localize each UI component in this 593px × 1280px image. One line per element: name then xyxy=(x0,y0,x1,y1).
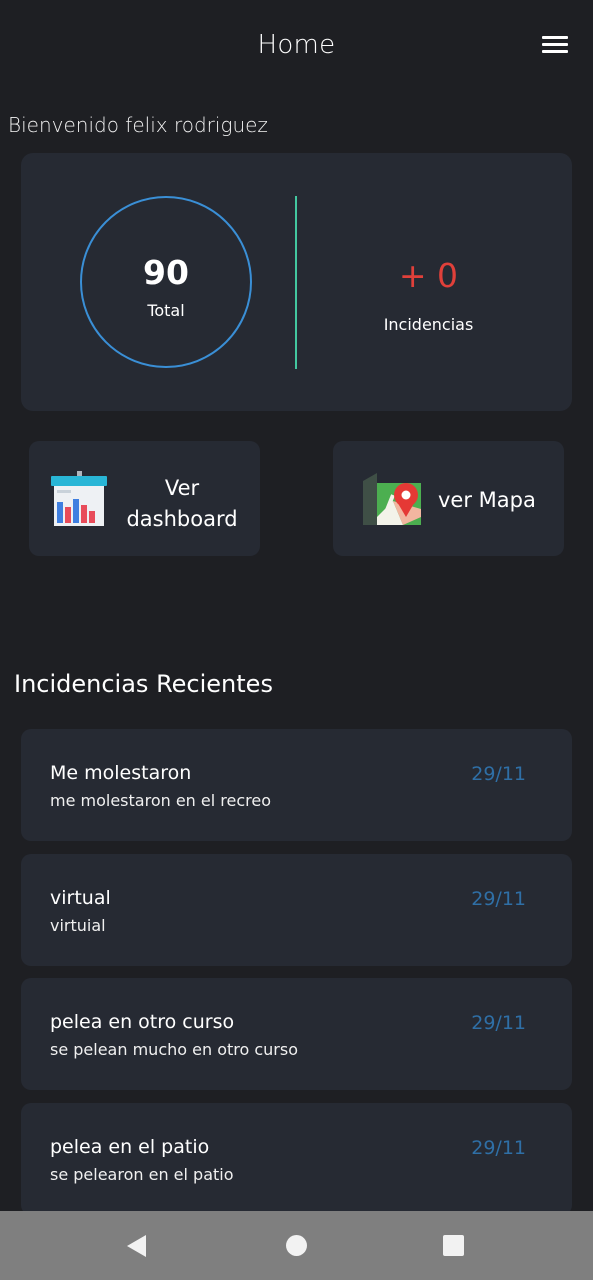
incident-date: 29/11 xyxy=(471,1012,526,1034)
stats-card: 90 Total + 0 Incidencias xyxy=(21,153,572,411)
dashboard-button[interactable]: Ver dashboard xyxy=(29,441,260,556)
incidents-value: + 0 xyxy=(398,256,459,295)
welcome-text: Bienvenido felix rodriguez xyxy=(8,113,268,137)
incident-title: virtual xyxy=(50,887,111,909)
nav-back-button[interactable] xyxy=(98,1211,178,1280)
incident-item[interactable]: pelea en otro curso se pelean mucho en o… xyxy=(21,978,572,1090)
map-label: ver Mapa xyxy=(438,488,536,512)
incident-desc: se pelearon en el patio xyxy=(50,1165,234,1184)
incident-title: pelea en el patio xyxy=(50,1136,210,1158)
app-bar: Home xyxy=(0,0,593,96)
incident-item[interactable]: virtual virtuial 29/11 xyxy=(21,854,572,966)
recent-apps-square-icon xyxy=(443,1235,464,1256)
incident-desc: me molestaron en el recreo xyxy=(50,791,272,810)
dashboard-label: Ver dashboard xyxy=(126,476,238,531)
incident-desc: virtuial xyxy=(50,916,106,935)
back-triangle-icon xyxy=(127,1235,146,1257)
page-title: Home xyxy=(257,30,336,60)
stats-divider xyxy=(295,196,297,369)
map-button[interactable]: ver Mapa xyxy=(333,441,564,556)
hamburger-menu-icon[interactable] xyxy=(536,30,576,62)
incident-desc: se pelean mucho en otro curso xyxy=(50,1040,298,1059)
total-ring: 90 Total xyxy=(80,196,252,368)
incident-title: Me molestaron xyxy=(50,762,192,784)
incident-date: 29/11 xyxy=(471,888,526,910)
total-value: 90 xyxy=(143,253,189,292)
nav-recent-button[interactable] xyxy=(413,1211,493,1280)
incident-item[interactable]: Me molestaron me molestaron en el recreo… xyxy=(21,729,572,841)
incident-date: 29/11 xyxy=(471,1137,526,1159)
system-nav-bar xyxy=(0,1211,593,1280)
recent-incidents-title: Incidencias Recientes xyxy=(14,670,273,698)
nav-home-button[interactable] xyxy=(256,1211,336,1280)
incident-date: 29/11 xyxy=(471,763,526,785)
dashboard-chart-icon xyxy=(51,471,107,526)
home-circle-icon xyxy=(286,1235,307,1256)
incident-title: pelea en otro curso xyxy=(50,1011,235,1033)
map-pin-icon xyxy=(363,473,421,525)
total-label: Total xyxy=(147,301,185,320)
incidents-label: Incidencias xyxy=(383,315,474,334)
incident-item[interactable]: pelea en el patio se pelearon en el pati… xyxy=(21,1103,572,1215)
